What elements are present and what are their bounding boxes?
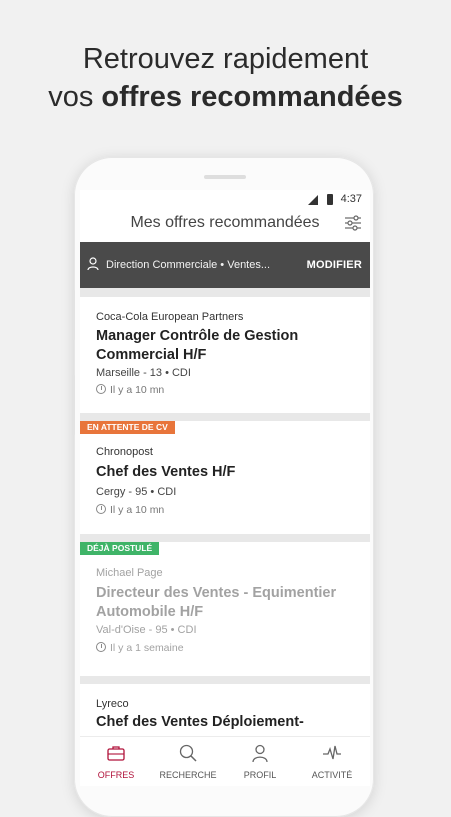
headline-prefix: vos: [48, 81, 102, 113]
offer-location: Cergy - 95 • CDI: [96, 486, 177, 498]
status-badge-waiting-cv: EN ATTENTE DE CV: [80, 421, 175, 434]
offer-company: Chronopost: [96, 446, 153, 458]
modify-button[interactable]: MODIFIER: [307, 259, 362, 271]
offer-location: Marseille - 13 • CDI: [96, 367, 191, 379]
phone-speaker: [204, 175, 246, 179]
user-icon: [87, 257, 99, 271]
nav-label: OFFRES: [97, 770, 135, 780]
nav-label: PROFIL: [243, 770, 277, 780]
search-query: Direction Commerciale • Ventes...: [106, 259, 271, 271]
nav-activite[interactable]: ACTIVITÉ: [296, 737, 368, 786]
app-header: Mes offres recommandées: [80, 210, 370, 242]
search-criteria-bar[interactable]: Direction Commerciale • Ventes... MODIFI…: [80, 242, 370, 288]
offer-location: Val-d'Oise - 95 • CDI: [96, 624, 197, 636]
nav-label: RECHERCHE: [159, 770, 217, 780]
offer-title: Directeur des Ventes - Equimentier Autom…: [96, 585, 337, 620]
nav-label: ACTIVITÉ: [311, 770, 353, 780]
status-bar: 4:37: [80, 190, 370, 210]
offer-posted-text: Il y a 10 mn: [110, 504, 165, 516]
nav-offres[interactable]: OFFRES: [80, 737, 152, 786]
activity-icon: [323, 745, 341, 760]
offer-posted-text: Il y a 1 semaine: [110, 642, 184, 654]
signal-icon: [308, 195, 318, 205]
offer-posted-text: Il y a 10 mn: [110, 384, 165, 396]
offer-card[interactable]: Coca-Cola European Partners Manager Cont…: [80, 297, 370, 413]
offer-card[interactable]: EN ATTENTE DE CV Chronopost Chef des Ven…: [80, 421, 370, 534]
nav-profil[interactable]: PROFIL: [224, 737, 296, 786]
clock-icon: [96, 642, 106, 652]
user-icon: [252, 744, 268, 763]
battery-icon: [327, 194, 333, 205]
status-time: 4:37: [340, 193, 362, 205]
clock-icon: [96, 384, 106, 394]
bottom-navigation: OFFRES RECHERCHE PROFIL ACTIVITÉ: [80, 736, 370, 786]
filter-settings-icon[interactable]: [344, 214, 362, 232]
offer-posted: Il y a 1 semaine: [96, 642, 184, 654]
headline-bold: offres recommandées: [101, 81, 403, 113]
offer-title: Chef des Ventes Déploiement-: [96, 714, 304, 730]
headline-line-1: Retrouvez rapidement: [82, 43, 369, 75]
nav-recherche[interactable]: RECHERCHE: [152, 737, 224, 786]
clock-icon: [96, 504, 106, 514]
offer-company: Michael Page: [96, 567, 163, 579]
offer-title: Chef des Ventes H/F: [96, 464, 236, 480]
offer-title: Manager Contrôle de Gestion Commercial H…: [96, 328, 299, 363]
status-badge-applied: DÉJÀ POSTULÉ: [80, 542, 160, 555]
briefcase-icon: [107, 746, 125, 761]
offer-company: Coca-Cola European Partners: [96, 311, 244, 323]
headline-line-2: vos offres recommandées: [0, 78, 451, 116]
offer-posted: Il y a 10 mn: [96, 384, 164, 396]
search-icon: [179, 744, 197, 762]
page-title: Mes offres recommandées: [130, 214, 320, 231]
offer-posted: Il y a 10 mn: [96, 504, 164, 516]
offer-company: Lyreco: [96, 698, 129, 710]
promo-headline: Retrouvez rapidement vos offres recomman…: [0, 40, 451, 116]
phone-side-button: [72, 290, 75, 340]
phone-side-button: [72, 375, 75, 435]
offer-card[interactable]: DÉJÀ POSTULÉ Michael Page Directeur des …: [80, 542, 370, 676]
app-screen: 4:37 Mes offres recommandées Direction C…: [80, 190, 370, 786]
